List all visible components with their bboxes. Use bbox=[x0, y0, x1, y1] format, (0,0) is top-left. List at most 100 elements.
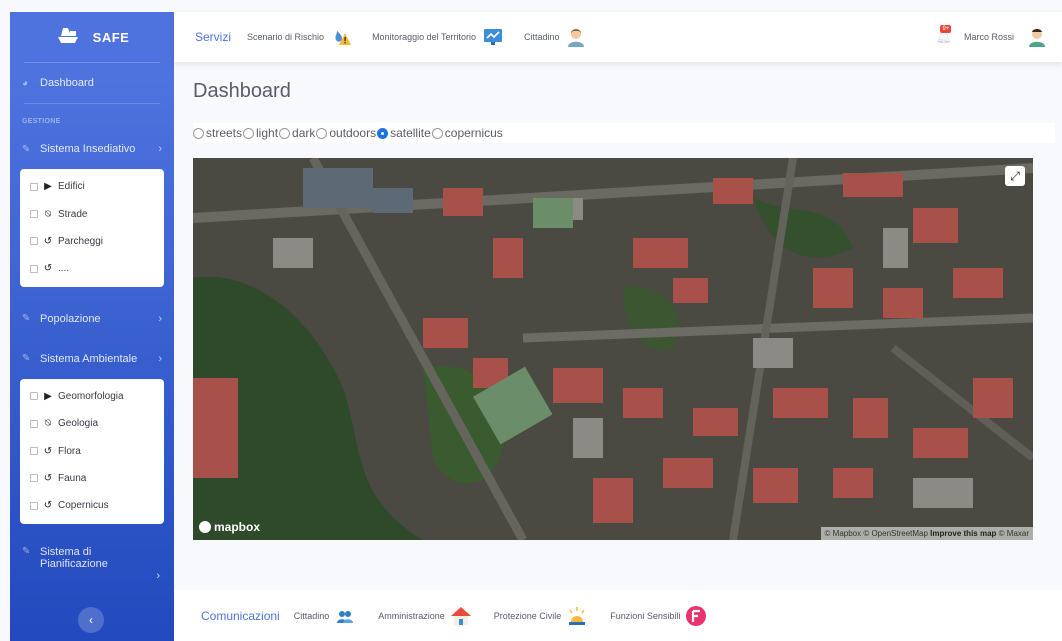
layer-checkbox[interactable] bbox=[30, 447, 38, 456]
footer-link-label: Funzioni Sensibili bbox=[610, 610, 681, 621]
mapbox-icon bbox=[199, 521, 211, 533]
style-option-dark[interactable]: dark bbox=[279, 126, 315, 140]
warning-fire-icon bbox=[330, 26, 352, 48]
history-icon: ↺ bbox=[43, 235, 53, 247]
layer-label: Flora bbox=[58, 445, 81, 457]
style-option-satellite[interactable]: satellite bbox=[377, 126, 431, 140]
improve-map-link[interactable]: Improve this map bbox=[930, 529, 996, 538]
footer-bar: Comunicazioni Cittadino Amministrazione … bbox=[174, 590, 1062, 641]
layer-checkbox[interactable] bbox=[30, 237, 38, 246]
radio-button[interactable] bbox=[431, 127, 443, 139]
wrench-icon: ✎ bbox=[22, 545, 31, 557]
radio-button[interactable] bbox=[377, 127, 389, 139]
style-option-streets[interactable]: streets bbox=[193, 126, 242, 140]
user-name[interactable]: Marco Rossi bbox=[964, 32, 1014, 42]
footer-link-funzioni-sensibili[interactable]: Funzioni Sensibili bbox=[610, 605, 707, 627]
radio-label: light bbox=[256, 126, 279, 140]
sidebar-item-sistema-insediativo[interactable]: ✎ Sistema Insediativo › bbox=[10, 129, 174, 169]
layer-checkbox[interactable] bbox=[30, 182, 38, 191]
notification-badge: 9+ bbox=[940, 25, 952, 33]
brand[interactable]: SAFE bbox=[10, 12, 174, 62]
layer-checkbox[interactable] bbox=[30, 501, 38, 510]
sidebar-item-label: Popolazione bbox=[40, 312, 101, 325]
play-icon: ▶ bbox=[44, 390, 52, 402]
layer-item-geomorfologia[interactable]: ▶ Geomorfologia bbox=[20, 383, 164, 410]
radio-label: satellite bbox=[390, 126, 431, 140]
user-avatar-icon[interactable] bbox=[1026, 26, 1048, 48]
map-style-selector: streets light dark outdoors satellite co… bbox=[193, 123, 1055, 143]
sidebar-item-sistema-di-pianificazione[interactable]: ✎ Sistema di Pianificazione bbox=[10, 540, 174, 570]
history-icon: ↺ bbox=[43, 445, 53, 457]
style-option-light[interactable]: light bbox=[243, 126, 278, 140]
sidebar-item-dashboard[interactable]: ◕ Dashboard bbox=[10, 63, 174, 103]
history-icon: ↺ bbox=[43, 472, 53, 484]
fullscreen-icon: ⤢ bbox=[1010, 168, 1020, 183]
history-icon: ↺ bbox=[43, 263, 53, 275]
sidebar-heading: GESTIONE bbox=[22, 118, 61, 125]
tab-cittadino[interactable]: Cittadino bbox=[524, 26, 588, 48]
topbar: Servizi Scenario di Rischio Monitoraggio… bbox=[174, 12, 1062, 62]
layer-label: Edifici bbox=[58, 181, 85, 193]
layer-checkbox[interactable] bbox=[30, 474, 38, 483]
user-area: 🔔︎ 9+ Marco Rossi bbox=[935, 25, 1062, 48]
mapbox-logo[interactable]: mapbox bbox=[199, 520, 260, 534]
tab-label: Cittadino bbox=[523, 32, 560, 42]
layer-checkbox[interactable] bbox=[30, 264, 38, 273]
attribution-osm-link[interactable]: © OpenStreetMap bbox=[863, 529, 928, 538]
footer-link-amministrazione[interactable]: Amministrazione bbox=[378, 605, 472, 627]
satellite-map[interactable]: ⤢ mapbox © Mapbox © OpenStreetMap Improv… bbox=[193, 158, 1033, 540]
layer-item-copernicus[interactable]: ↺ Copernicus bbox=[20, 492, 164, 519]
radio-button[interactable] bbox=[193, 127, 204, 139]
radio-button[interactable] bbox=[316, 127, 328, 139]
footer-link-protezione-civile[interactable]: Protezione Civile bbox=[494, 605, 589, 627]
people-icon bbox=[334, 605, 356, 627]
notifications-button[interactable]: 🔔︎ 9+ bbox=[935, 25, 952, 45]
dashboard-icon: ◕ bbox=[22, 77, 29, 89]
tab-comunicazioni[interactable]: Comunicazioni bbox=[201, 609, 280, 623]
layer-item-edifici[interactable]: ▶ Edifici bbox=[20, 173, 164, 200]
brand-label: SAFE bbox=[92, 29, 130, 45]
layer-label: Geomorfologia bbox=[58, 390, 124, 402]
radio-button[interactable] bbox=[279, 127, 291, 139]
page-title: Dashboard bbox=[193, 80, 291, 102]
layer-checkbox[interactable] bbox=[30, 419, 38, 428]
layer-item-parcheggi[interactable]: ↺ Parcheggi bbox=[20, 228, 164, 255]
tab-servizi[interactable]: Servizi bbox=[195, 30, 231, 44]
layer-label: Strade bbox=[58, 208, 88, 220]
layer-item-more[interactable]: ↺ .... bbox=[20, 255, 164, 282]
bell-slash-icon: ⍉ bbox=[45, 418, 51, 430]
sidebar-item-label: Sistema di Pianificazione bbox=[40, 545, 108, 570]
sidebar-toggle-button[interactable]: ‹ bbox=[78, 607, 104, 633]
radio-button[interactable] bbox=[243, 127, 255, 139]
layer-item-strade[interactable]: ⍉ Strade bbox=[20, 200, 164, 227]
layer-item-geologia[interactable]: ⍉ Geologia bbox=[20, 410, 164, 437]
tab-label: Monitoraggio del Territorio bbox=[372, 32, 476, 42]
f-badge-icon bbox=[685, 605, 707, 627]
radio-label: copernicus bbox=[444, 126, 503, 140]
attribution-mapbox-link[interactable]: © Mapbox bbox=[825, 529, 862, 538]
sidebar-item-popolazione[interactable]: ✎ Popolazione › bbox=[10, 299, 174, 339]
footer-link-label: Protezione Civile bbox=[493, 610, 562, 621]
layer-label: Fauna bbox=[58, 472, 87, 484]
layer-label: .... bbox=[58, 263, 70, 275]
wrench-icon: ✎ bbox=[22, 353, 31, 365]
fullscreen-button[interactable]: ⤢ bbox=[1005, 166, 1025, 186]
chevron-right-icon: › bbox=[156, 569, 160, 582]
sidebar-item-label: Sistema Ambientale bbox=[40, 352, 138, 365]
sidebar-item-sistema-ambientale[interactable]: ✎ Sistema Ambientale › bbox=[10, 339, 174, 379]
footer-link-cittadino[interactable]: Cittadino bbox=[294, 605, 357, 627]
sidebar-item-label: Dashboard bbox=[40, 77, 94, 89]
style-option-copernicus[interactable]: copernicus bbox=[431, 126, 503, 140]
layer-checkbox[interactable] bbox=[30, 210, 38, 219]
radio-label: outdoors bbox=[329, 126, 377, 140]
layer-item-fauna[interactable]: ↺ Fauna bbox=[20, 465, 164, 492]
layer-label: Geologia bbox=[58, 418, 99, 430]
tab-monitoraggio-del-territorio[interactable]: Monitoraggio del Territorio bbox=[372, 26, 504, 48]
layer-item-flora[interactable]: ↺ Flora bbox=[20, 437, 164, 464]
sidebar: SAFE ◕ Dashboard GESTIONE ✎ Sistema Inse… bbox=[10, 12, 174, 641]
attribution-maxar-link[interactable]: © Maxar bbox=[999, 529, 1029, 538]
tab-scenario-di-rischio[interactable]: Scenario di Rischio bbox=[247, 26, 352, 48]
footer-link-label: Cittadino bbox=[293, 610, 330, 621]
layer-checkbox[interactable] bbox=[30, 392, 38, 401]
style-option-outdoors[interactable]: outdoors bbox=[316, 126, 376, 140]
